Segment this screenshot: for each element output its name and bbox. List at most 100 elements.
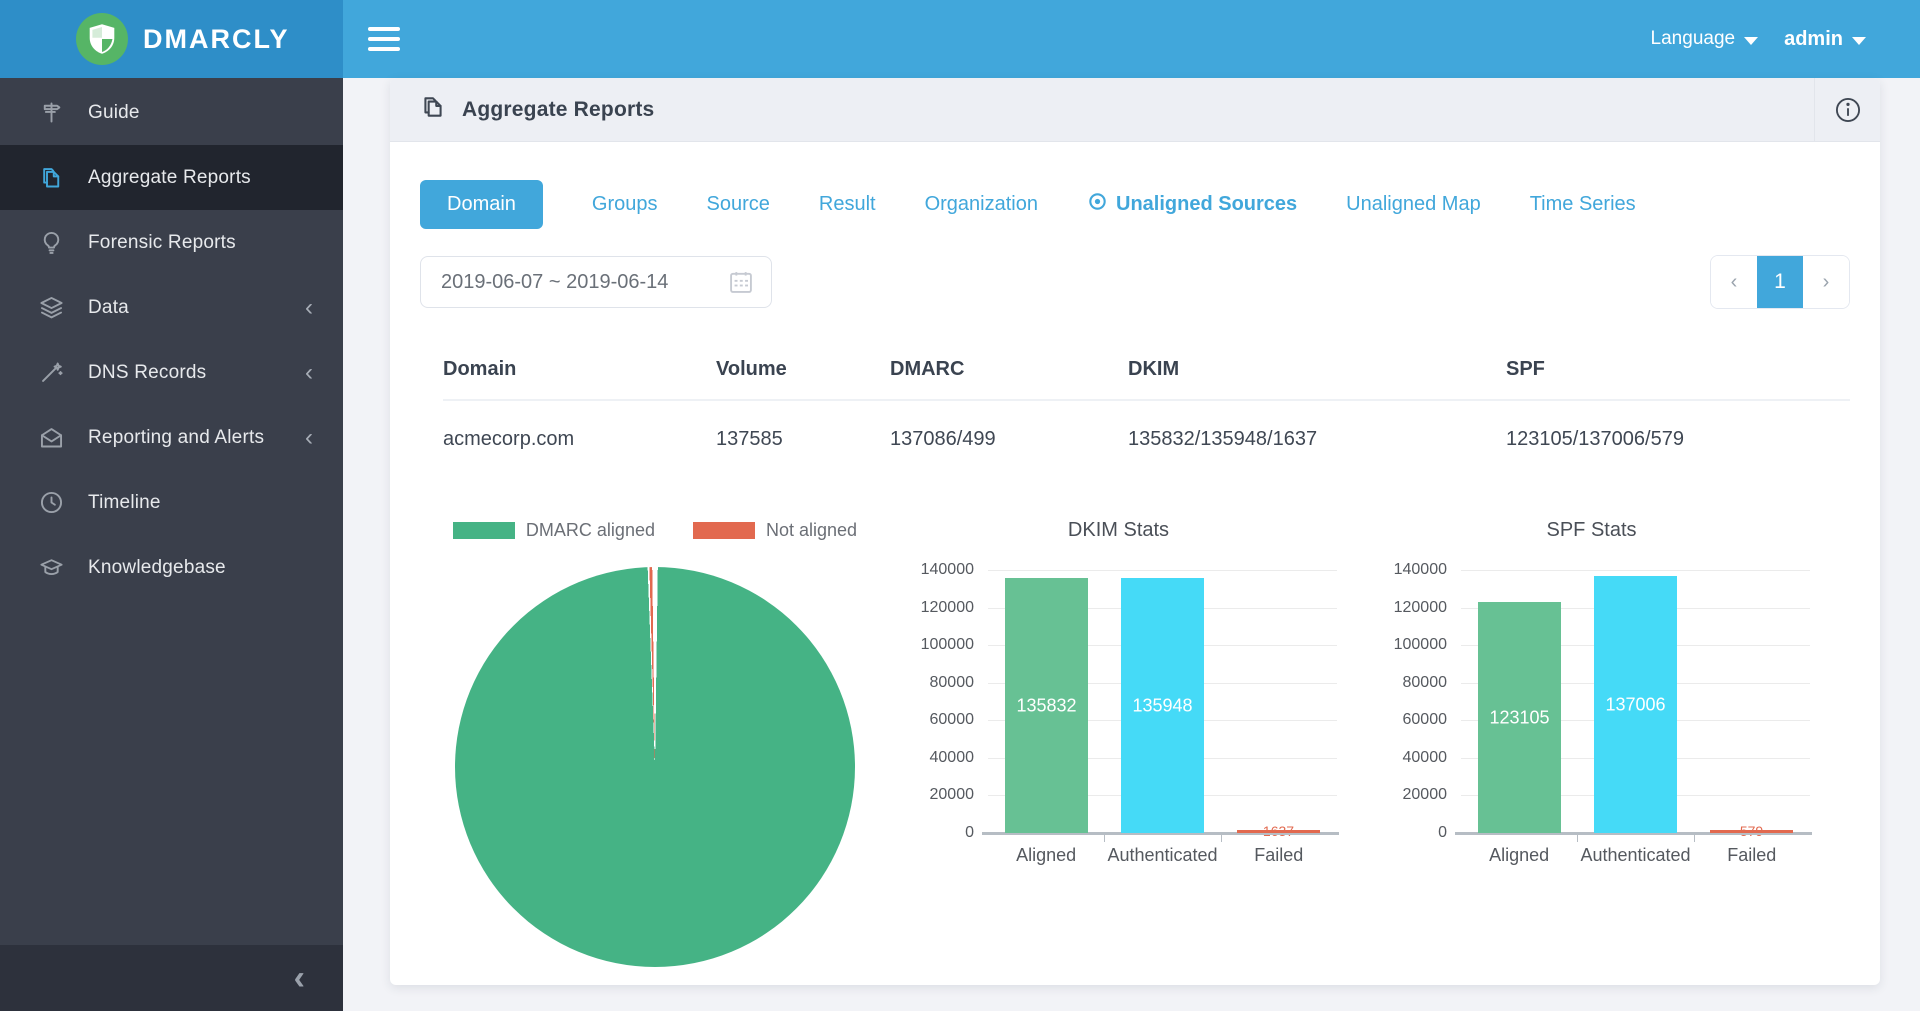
top-bar-controls: Language admin <box>1651 28 1866 51</box>
menu-toggle-button[interactable] <box>368 27 400 51</box>
copy-pages-icon <box>420 94 446 125</box>
card-header: Aggregate Reports <box>390 78 1880 142</box>
y-axis-tick-label: 100000 <box>1394 636 1447 654</box>
bar-value-label: 137006 <box>1605 694 1665 715</box>
x-axis-tick <box>1577 835 1578 842</box>
y-axis: 020000400006000080000100000120000140000 <box>900 570 988 833</box>
sidebar-item-guide[interactable]: Guide <box>0 80 343 145</box>
sidebar-item-label: Timeline <box>88 492 161 514</box>
legend-swatch <box>453 522 515 539</box>
sidebar-item-knowledgebase[interactable]: Knowledgebase <box>0 535 343 600</box>
signpost-icon <box>36 98 66 128</box>
pagination-prev-button[interactable]: ‹ <box>1711 256 1757 308</box>
bar-value-label: 135832 <box>1016 695 1076 716</box>
tab-label: Unaligned Sources <box>1116 193 1297 216</box>
y-axis-tick-label: 60000 <box>1403 711 1448 729</box>
graduation-cap-icon <box>36 553 66 583</box>
info-button[interactable] <box>1814 78 1880 142</box>
x-axis-tick <box>1104 835 1105 842</box>
sidebar-item-label: Guide <box>88 102 140 124</box>
y-axis-tick-label: 20000 <box>930 786 975 804</box>
card-header-title-group: Aggregate Reports <box>390 94 1814 125</box>
pagination: ‹ 1 › <box>1710 255 1850 309</box>
clock-icon <box>36 488 66 518</box>
tab-result[interactable]: Result <box>819 193 876 216</box>
pagination-next-button[interactable]: › <box>1803 256 1849 308</box>
x-axis-labels: AlignedAuthenticatedFailed <box>1461 845 1810 866</box>
tab-time-series[interactable]: Time Series <box>1530 193 1636 216</box>
tab-unaligned-map[interactable]: Unaligned Map <box>1346 193 1481 216</box>
gridline <box>988 570 1337 571</box>
table-cell: 137585 <box>716 428 890 451</box>
chart-plot-area: 0200004000060000800001000001200001400001… <box>1373 570 1810 833</box>
report-tabs: Domain Groups Source Result Organization Unal… <box>420 180 1850 229</box>
y-axis-tick-label: 60000 <box>930 711 975 729</box>
envelope-open-icon <box>36 423 66 453</box>
user-dropdown[interactable]: admin <box>1784 28 1866 51</box>
tab-label: Unaligned Map <box>1346 193 1481 216</box>
y-axis-tick-label: 0 <box>1438 824 1447 842</box>
y-axis-tick-label: 120000 <box>921 599 974 617</box>
tab-label: Domain <box>447 193 516 216</box>
top-bar-main: Language admin <box>343 0 1920 78</box>
sidebar: Guide Aggregate Reports Forensic Reports Da… <box>0 78 343 1011</box>
lightbulb-icon <box>36 228 66 258</box>
tab-source[interactable]: Source <box>707 193 770 216</box>
bar-authenticated: 137006 <box>1594 576 1677 833</box>
dmarc-alignment-pie-chart <box>455 567 855 967</box>
chevron-down-icon <box>1852 37 1866 45</box>
bar-aligned: 135832 <box>1005 578 1088 833</box>
y-axis-tick-label: 80000 <box>930 674 975 692</box>
legend-label: DMARC aligned <box>526 520 655 541</box>
sidebar-item-reporting-and-alerts[interactable]: Reporting and Alerts‹ <box>0 405 343 470</box>
dkim-stats-bar-chart: DKIM Stats020000400006000080000100000120… <box>900 519 1337 967</box>
filter-row: 2019-06-07 ~ 2019-06-14 ‹ 1 › <box>420 255 1850 309</box>
layers-icon <box>36 293 66 323</box>
charts-row: DMARC alignedNot aligned DKIM Stats02000… <box>420 519 1850 967</box>
table-row[interactable]: acmecorp.com137585137086/499135832/13594… <box>443 401 1850 477</box>
chart-plot-area: 0200004000060000800001000001200001400001… <box>900 570 1337 833</box>
date-range-input[interactable]: 2019-06-07 ~ 2019-06-14 <box>420 256 772 308</box>
sidebar-item-label: Aggregate Reports <box>88 167 251 189</box>
x-axis-tick <box>1694 835 1695 842</box>
aggregate-report-table: DomainVolumeDMARCDKIMSPFacmecorp.com1375… <box>420 339 1850 477</box>
x-axis-label-authenticated: Authenticated <box>1577 845 1693 866</box>
sidebar-item-aggregate-reports[interactable]: Aggregate Reports <box>0 145 343 210</box>
column-header-dmarc: DMARC <box>890 358 1128 381</box>
tab-unaligned-sources[interactable]: Unaligned Sources <box>1087 191 1297 218</box>
column-header-domain: Domain <box>443 358 716 381</box>
y-axis-tick-label: 140000 <box>921 561 974 579</box>
y-axis-tick-label: 20000 <box>1403 786 1448 804</box>
tab-domain[interactable]: Domain <box>420 180 543 229</box>
chevron-down-icon <box>1744 37 1758 45</box>
x-axis-label-failed: Failed <box>1694 845 1810 866</box>
x-axis-label-aligned: Aligned <box>1461 845 1577 866</box>
chart-title: DKIM Stats <box>900 519 1337 544</box>
tab-organization[interactable]: Organization <box>925 193 1038 216</box>
pagination-page-1-button[interactable]: 1 <box>1757 256 1803 308</box>
dmarc-pie-block: DMARC alignedNot aligned <box>420 519 890 967</box>
bar-value-label: 123105 <box>1489 707 1549 728</box>
sidebar-item-forensic-reports[interactable]: Forensic Reports <box>0 210 343 275</box>
language-dropdown[interactable]: Language <box>1651 28 1759 50</box>
sidebar-item-label: DNS Records <box>88 362 206 384</box>
column-header-dkim: DKIM <box>1128 358 1506 381</box>
tab-label: Result <box>819 193 876 216</box>
shield-logo-icon <box>76 13 128 65</box>
sidebar-collapse-button[interactable]: ‹ <box>0 945 343 1011</box>
tab-groups[interactable]: Groups <box>592 193 658 216</box>
x-axis-label-aligned: Aligned <box>988 845 1104 866</box>
sidebar-item-label: Forensic Reports <box>88 232 236 254</box>
sidebar-item-dns-records[interactable]: DNS Records‹ <box>0 340 343 405</box>
sidebar-item-data[interactable]: Data‹ <box>0 275 343 340</box>
chevron-left-icon: ‹ <box>294 959 305 998</box>
chart-title: SPF Stats <box>1373 519 1810 544</box>
brand-name: DMARCLY <box>143 24 290 55</box>
sidebar-item-timeline[interactable]: Timeline <box>0 470 343 535</box>
chevron-left-icon: ‹ <box>305 426 313 450</box>
date-range-value: 2019-06-07 ~ 2019-06-14 <box>441 271 727 294</box>
column-header-spf: SPF <box>1506 358 1850 381</box>
user-label: admin <box>1784 28 1843 51</box>
bar-aligned: 123105 <box>1478 602 1561 833</box>
app-root: DMARCLY Language admin Guide Aggregate Re… <box>0 0 1920 1011</box>
